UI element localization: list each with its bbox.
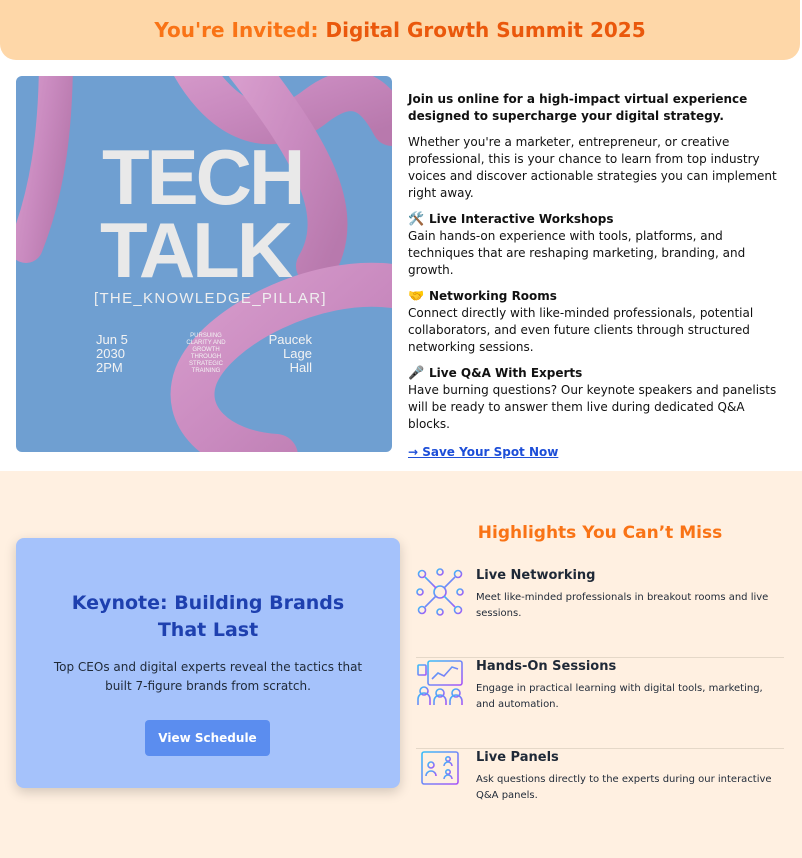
intro-section: Join us online for a high-impact virtual… (408, 91, 786, 461)
page-title: You're Invited: Digital Growth Summit 20… (154, 18, 645, 42)
feature-workshops: 🛠️ Live Interactive Workshops Gain hands… (408, 211, 786, 279)
highlight-text: Ask questions directly to the experts du… (476, 774, 772, 801)
poster-date: Jun 5 2030 2PM (96, 332, 128, 375)
invite-header: You're Invited: Digital Growth Summit 20… (0, 0, 800, 60)
poster-title-line1: TECH (102, 133, 305, 221)
feature-title: Live Q&A With Experts (429, 366, 583, 380)
intro-body: Whether you're a marketer, entrepreneur,… (408, 135, 777, 200)
keynote-card: Keynote: Building Brands That Last Top C… (16, 538, 400, 788)
feature-text: Connect directly with like-minded profes… (408, 306, 754, 354)
event-poster-image: TECH TALK [THE_KNOWLEDGE_PILLAR] Jun 5 2… (16, 76, 392, 452)
presentation-icon (417, 660, 463, 705)
tools-icon: 🛠️ (408, 212, 425, 227)
feature-title: Live Interactive Workshops (429, 212, 614, 226)
highlight-text: Engage in practical learning with digita… (476, 683, 763, 710)
poster-title-line2: TALK (100, 206, 293, 294)
lower-section: Keynote: Building Brands That Last Top C… (0, 471, 802, 858)
event-name: Digital Growth Summit 2025 (325, 18, 646, 42)
poster-venue: Paucek Lage Hall (268, 332, 312, 375)
keynote-title: Keynote: Building Brands That Last (71, 592, 345, 641)
video-call-icon (421, 751, 459, 795)
feature-text: Have burning questions? Our keynote spea… (408, 383, 777, 431)
feature-qa: 🎤 Live Q&A With Experts Have burning que… (408, 365, 786, 433)
save-spot-link[interactable]: → Save Your Spot Now (408, 444, 558, 461)
title-prefix: You're Invited: (154, 18, 319, 42)
highlight-title: Hands-On Sessions (476, 659, 617, 674)
poster-tagline: PURSUING CLARITY AND GROWTH THROUGH STRA… (186, 333, 226, 374)
keynote-description: Top CEOs and digital experts reveal the … (53, 660, 363, 693)
intro-lead: Join us online for a high-impact virtual… (408, 92, 748, 123)
network-icon (416, 568, 464, 616)
view-schedule-button[interactable]: View Schedule (145, 720, 270, 756)
highlight-title: Live Networking (476, 568, 596, 583)
handshake-icon: 🤝 (408, 289, 425, 304)
poster-subtitle: [THE_KNOWLEDGE_PILLAR] (94, 290, 327, 307)
highlight-item: Live Panels Ask questions directly to th… (416, 750, 784, 840)
feature-networking: 🤝 Networking Rooms Connect directly with… (408, 288, 786, 356)
microphone-icon: 🎤 (408, 366, 425, 381)
feature-title: Networking Rooms (429, 289, 557, 303)
highlight-item: Hands-On Sessions Engage in practical le… (416, 659, 784, 749)
feature-text: Gain hands-on experience with tools, pla… (408, 229, 746, 277)
highlight-text: Meet like-minded professionals in breako… (476, 592, 769, 619)
highlights-title: Highlights You Can’t Miss (477, 523, 723, 543)
highlight-item: Live Networking Meet like-minded profess… (416, 568, 784, 658)
highlight-title: Live Panels (476, 750, 559, 765)
